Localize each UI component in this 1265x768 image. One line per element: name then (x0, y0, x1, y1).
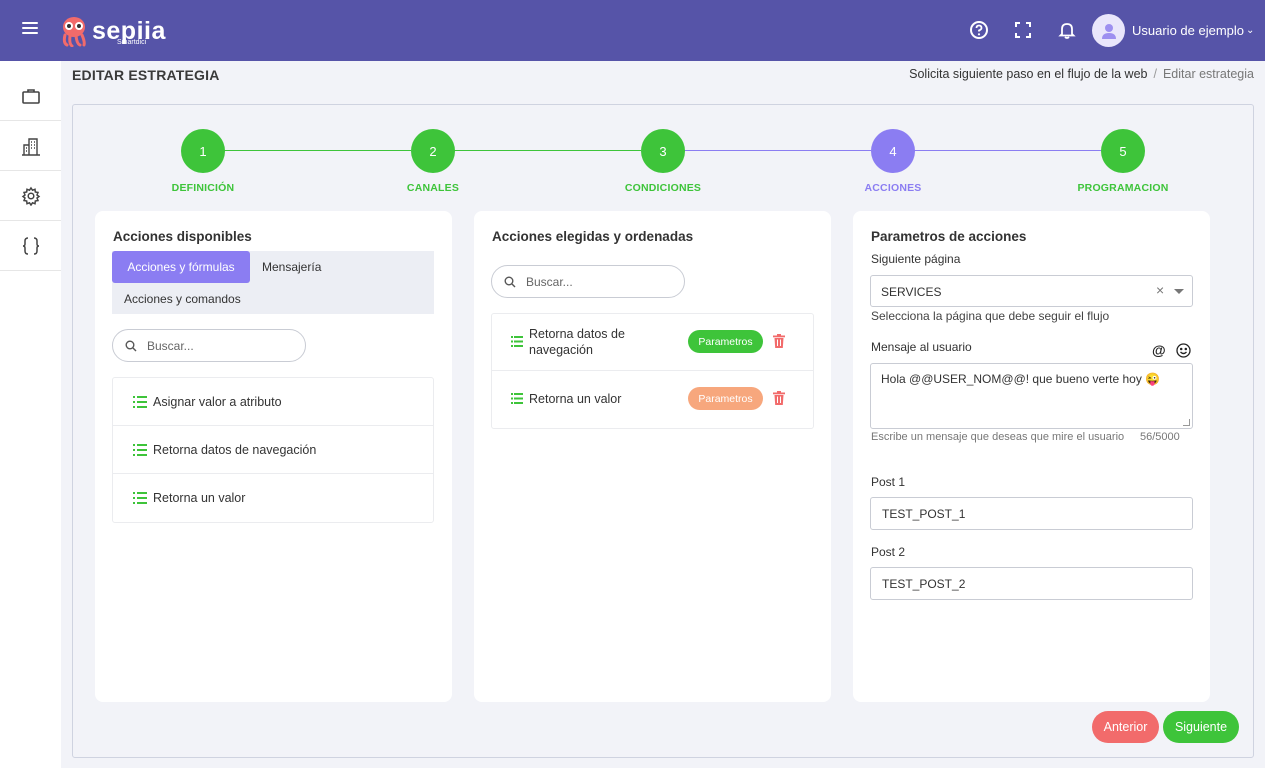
next-page-select[interactable]: SERVICES × (870, 275, 1193, 307)
message-text: Hola @@USER_NOM@@! que bueno verte hoy 😜 (881, 372, 1161, 386)
sidebar-item-settings[interactable] (0, 171, 61, 221)
mention-icon[interactable]: @ (1152, 342, 1166, 358)
step-3[interactable]: 3 (641, 129, 685, 173)
next-page-label: Siguiente página (871, 252, 961, 266)
next-page-value: SERVICES (881, 285, 942, 299)
available-search[interactable] (112, 329, 306, 362)
chosen-item: Retorna un valor Parametros (492, 371, 813, 428)
next-page-help: Selecciona la página que debe seguir el … (871, 309, 1110, 323)
previous-button[interactable]: Anterior (1092, 711, 1159, 743)
user-menu[interactable]: Usuario de ejemplo ⌄ (1092, 14, 1254, 47)
logo-subtext: Smartdici (117, 39, 147, 46)
list-item-label: Asignar valor a atributo (153, 394, 282, 409)
params-title: Parametros de acciones (871, 229, 1027, 244)
page-title: EDITAR ESTRATEGIA (72, 67, 220, 83)
chosen-actions-title: Acciones elegidas y ordenadas (492, 229, 694, 244)
message-char-count: 56/5000 (1140, 431, 1180, 443)
breadcrumb: Solicita siguiente paso en el flujo de l… (909, 67, 1254, 81)
tab-mensajeria[interactable]: Mensajería (262, 260, 321, 274)
chosen-item: Retorna datos de navegación Parametros (492, 314, 813, 371)
list-item[interactable]: Asignar valor a atributo (113, 378, 433, 426)
chosen-item-label: Retorna un valor (529, 392, 622, 406)
search-icon (504, 276, 516, 287)
step-label-acciones[interactable]: ACCIONES (813, 182, 973, 194)
message-help: Escribe un mensaje que deseas que mire e… (871, 431, 1125, 443)
fullscreen-icon[interactable] (1013, 20, 1033, 40)
list-icon (133, 395, 147, 408)
step-connector (454, 150, 641, 151)
action-tabs: Acciones y fórmulas Mensajería Acciones … (112, 251, 434, 314)
available-actions-list: Asignar valor a atributo Retorna datos d… (112, 377, 434, 523)
list-item-label: Retorna datos de navegación (153, 442, 317, 457)
code-braces-icon (22, 236, 39, 255)
breadcrumb-current: Editar estrategia (1162, 67, 1254, 81)
breadcrumb-separator: / (1153, 67, 1157, 81)
drag-handle-icon[interactable] (511, 336, 523, 347)
octopus-logo-icon (62, 17, 86, 47)
top-bar: sepiia Smartdici Usuario de ejemplo ⌄ (0, 0, 1265, 61)
sidebar-item-briefcase[interactable] (0, 71, 61, 121)
chosen-search[interactable] (491, 265, 685, 298)
list-item[interactable]: Retorna un valor (113, 474, 433, 522)
tab-acciones-comandos[interactable]: Acciones y comandos (124, 292, 241, 306)
sidebar-item-building[interactable] (0, 121, 61, 171)
clear-icon[interactable]: × (1156, 282, 1164, 298)
help-icon[interactable] (969, 20, 989, 40)
sidebar-item-code[interactable] (0, 221, 61, 271)
trash-icon[interactable] (773, 391, 785, 405)
list-icon (133, 443, 147, 456)
search-icon (125, 340, 137, 351)
chosen-item-label: Retorna datos de navegación (529, 327, 625, 357)
step-5[interactable]: 5 (1101, 129, 1145, 173)
message-textarea[interactable]: Hola @@USER_NOM@@! que bueno verte hoy 😜 (870, 363, 1193, 429)
step-connector (684, 150, 871, 151)
next-button[interactable]: Siguiente (1163, 711, 1239, 743)
post2-input[interactable]: TEST_POST_2 (870, 567, 1193, 600)
bell-icon[interactable] (1057, 20, 1077, 40)
logo[interactable]: sepiia Smartdici (60, 12, 166, 50)
parametros-button[interactable]: Parametros (688, 387, 763, 410)
user-avatar-icon (1092, 14, 1125, 47)
params-card: Parametros de acciones Siguiente página … (853, 211, 1210, 702)
list-item-label: Retorna un valor (153, 491, 246, 505)
trash-icon[interactable] (773, 334, 785, 348)
chosen-actions-list: Retorna datos de navegación Parametros R… (491, 313, 814, 429)
chosen-actions-card: Acciones elegidas y ordenadas Retorna da… (474, 211, 831, 702)
list-icon (133, 492, 147, 504)
step-label-condiciones[interactable]: CONDICIONES (583, 182, 743, 194)
list-item[interactable]: Retorna datos de navegación (113, 426, 433, 474)
step-connector (914, 150, 1101, 151)
available-search-input[interactable] (147, 338, 287, 353)
parametros-button[interactable]: Parametros (688, 330, 763, 353)
available-actions-card: Acciones disponibles Acciones y fórmulas… (95, 211, 452, 702)
step-1[interactable]: 1 (181, 129, 225, 173)
sidebar (0, 61, 61, 768)
post2-label: Post 2 (871, 545, 906, 559)
message-label: Mensaje al usuario (871, 340, 972, 354)
step-label-canales[interactable]: CANALES (353, 182, 513, 194)
step-label-definicion[interactable]: DEFINICIÓN (123, 182, 283, 194)
available-actions-title: Acciones disponibles (113, 229, 252, 244)
emoji-icon[interactable] (1176, 343, 1191, 358)
post1-label: Post 1 (871, 475, 906, 489)
gear-icon (21, 186, 40, 206)
drag-handle-icon[interactable] (511, 393, 523, 404)
briefcase-icon (21, 88, 40, 104)
building-icon (21, 137, 40, 156)
chosen-search-input[interactable] (526, 274, 666, 289)
step-4[interactable]: 4 (871, 129, 915, 173)
chevron-down-icon: ⌄ (1246, 25, 1255, 36)
step-connector (224, 150, 411, 151)
menu-icon[interactable] (22, 22, 38, 36)
post1-input[interactable]: TEST_POST_1 (870, 497, 1193, 530)
tab-acciones-formulas[interactable]: Acciones y fórmulas (112, 251, 250, 283)
resize-handle[interactable] (1183, 419, 1190, 426)
step-label-programacion[interactable]: PROGRAMACION (1043, 182, 1203, 194)
step-2[interactable]: 2 (411, 129, 455, 173)
breadcrumb-link[interactable]: Solicita siguiente paso en el flujo de l… (909, 67, 1147, 81)
dropdown-arrow-icon[interactable] (1174, 289, 1184, 294)
user-name: Usuario de ejemplo (1132, 23, 1245, 38)
